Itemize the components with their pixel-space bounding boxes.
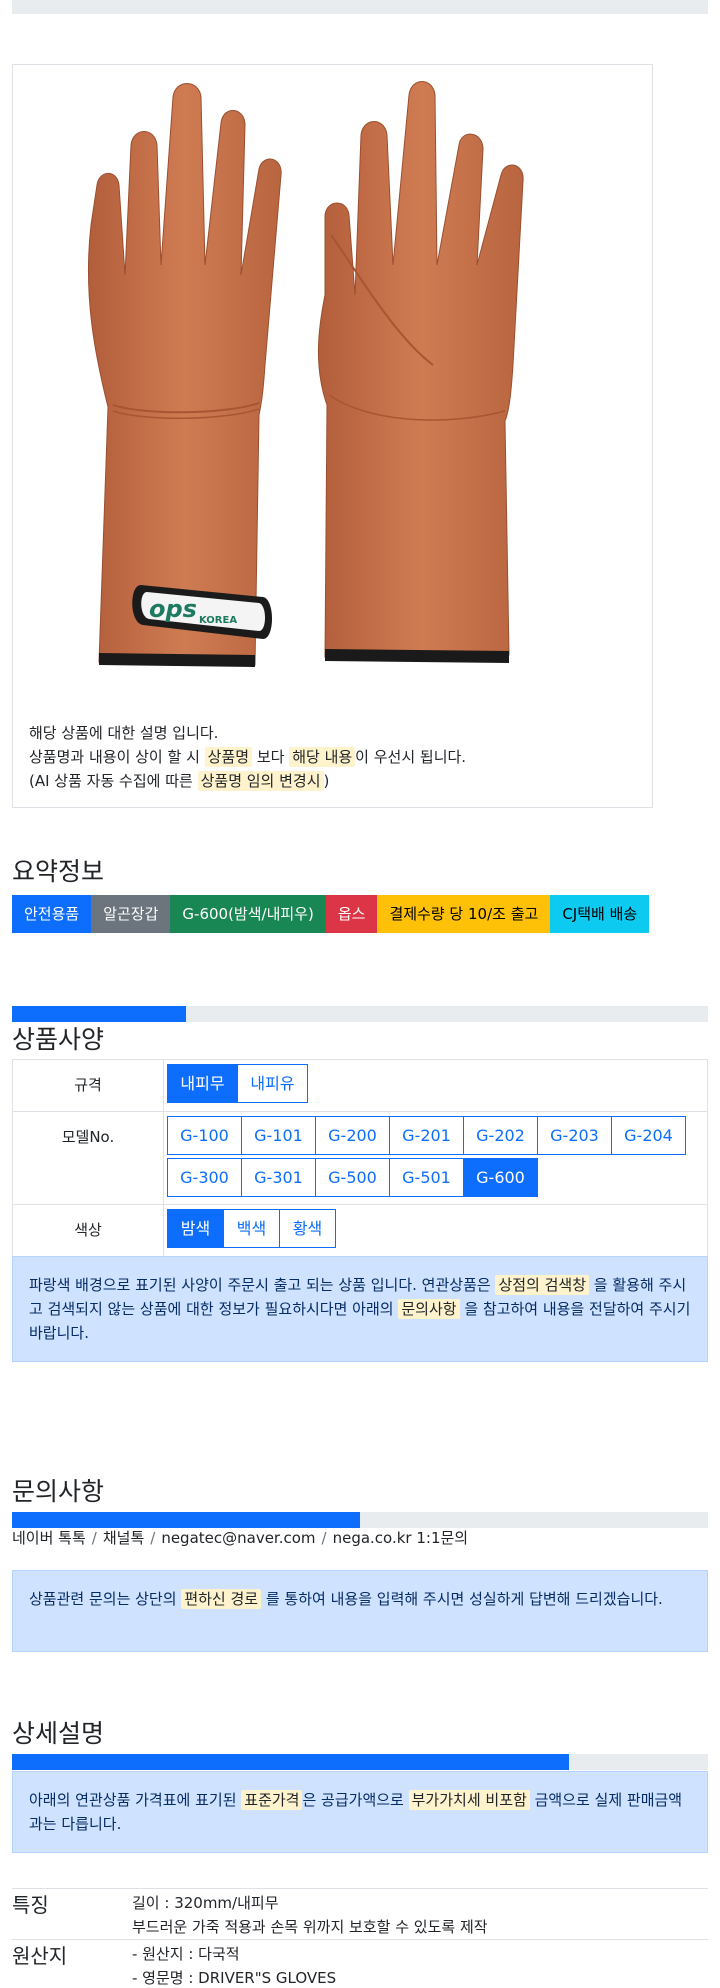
option-model-g301[interactable]: G-301 xyxy=(241,1158,316,1197)
contact-channel-talk[interactable]: 채널톡 xyxy=(103,1529,144,1547)
option-model-g200[interactable]: G-200 xyxy=(315,1116,390,1155)
highlight-inquiry: 문의사항 xyxy=(398,1299,460,1319)
summary-title: 요약정보 xyxy=(12,857,105,886)
option-model-g100[interactable]: G-100 xyxy=(167,1116,242,1155)
spec-options-color: 밤색 백색 황색 xyxy=(163,1204,708,1257)
spec-row-size: 규격 내피무 내피유 xyxy=(12,1059,708,1112)
detail-progress-bar xyxy=(12,1754,708,1770)
option-model-g101[interactable]: G-101 xyxy=(241,1116,316,1155)
spec-notice: 파랑색 배경으로 표기된 사양이 주문시 출고 되는 상품 입니다. 연관상품은… xyxy=(12,1256,708,1362)
highlight-product-name: 상품명 xyxy=(204,747,253,767)
origin-label: 원산지 xyxy=(12,1944,68,1968)
spec-options-model: G-100 G-101 G-200 G-201 G-202 G-203 G-20… xyxy=(163,1111,708,1205)
inquiry-progress-fill xyxy=(12,1512,360,1528)
spec-progress-bar xyxy=(12,1006,708,1022)
origin-row: 원산지 - 원산지 : 다국적 - 영문명 : DRIVER"S GLOVES xyxy=(12,1939,708,1988)
inquiry-progress-bar xyxy=(12,1512,708,1528)
contact-site-inquiry[interactable]: nega.co.kr 1:1문의 xyxy=(333,1529,469,1547)
spec-row-color: 색상 밤색 백색 황색 xyxy=(12,1204,708,1257)
left-glove: ops KOREA xyxy=(87,83,282,667)
option-size-no-lining[interactable]: 내피무 xyxy=(167,1064,238,1103)
features-label: 특징 xyxy=(12,1893,49,1917)
badge-brand: 옵스 xyxy=(325,895,378,933)
spec-label-model: 모델No. xyxy=(12,1111,164,1205)
spec-label-color: 색상 xyxy=(12,1204,164,1257)
option-model-g201[interactable]: G-201 xyxy=(389,1116,464,1155)
detail-notice: 아래의 연관상품 가격표에 표기된 표준가격 은 공급가액으로 부가가치세 비포함… xyxy=(12,1771,708,1853)
product-description: 해당 상품에 대한 설명 입니다. 상품명과 내용이 상이 할 시 상품명 보다… xyxy=(29,721,639,793)
spec-title: 상품사양 xyxy=(12,1025,105,1054)
badge-category: 안전용품 xyxy=(12,895,92,933)
detail-progress-fill xyxy=(12,1754,569,1770)
contact-email[interactable]: negatec@naver.com xyxy=(161,1529,315,1547)
inquiry-title: 문의사항 xyxy=(12,1477,105,1506)
detail-title: 상세설명 xyxy=(12,1719,105,1748)
spec-row-model: 모델No. G-100 G-101 G-200 G-201 G-202 G-20… xyxy=(12,1111,708,1205)
contact-breadcrumb: 네이버 톡톡 / 채널톡 / negatec@naver.com / nega.co.kr … xyxy=(12,1529,469,1547)
option-model-g300[interactable]: G-300 xyxy=(167,1158,242,1197)
svg-text:ops: ops xyxy=(149,595,197,623)
option-model-g204[interactable]: G-204 xyxy=(611,1116,686,1155)
badge-shipping: CJ택배 배송 xyxy=(550,895,650,933)
badge-subcategory: 알곤장갑 xyxy=(91,895,171,933)
detail-definition-list: 특징 길이 : 320mm/내피무 부드러운 가죽 적용과 손목 위까지 보호할… xyxy=(12,1888,708,1988)
option-color-yellow[interactable]: 황색 xyxy=(279,1209,336,1248)
highlight-name-change: 상품명 임의 변경시 xyxy=(197,771,324,791)
option-model-g500[interactable]: G-500 xyxy=(315,1158,390,1197)
badge-quantity: 결제수량 당 10/조 출고 xyxy=(377,895,551,933)
summary-badges: 안전용품 알곤장갑 G-600(밤색/내피우) 옵스 결제수량 당 10/조 출… xyxy=(12,895,650,933)
option-model-g600[interactable]: G-600 xyxy=(463,1158,538,1197)
highlight-route: 편하신 경로 xyxy=(181,1589,262,1609)
features-value: 길이 : 320mm/내피무 부드러운 가죽 적용과 손목 위까지 보호할 수 … xyxy=(132,1894,488,1936)
option-size-lining[interactable]: 내피유 xyxy=(237,1064,308,1103)
highlight-content: 해당 내용 xyxy=(289,747,356,767)
option-color-brown[interactable]: 밤색 xyxy=(167,1209,224,1248)
spec-table: 규격 내피무 내피유 모델No. G-100 G-101 G-200 G-201… xyxy=(12,1059,708,1257)
description-line-1: 해당 상품에 대한 설명 입니다. xyxy=(29,724,219,742)
top-progress-bar xyxy=(12,0,708,14)
option-model-g203[interactable]: G-203 xyxy=(537,1116,612,1155)
inquiry-notice: 상품관련 문의는 상단의 편하신 경로 를 통하여 내용을 입력해 주시면 성실… xyxy=(12,1570,708,1652)
features-row: 특징 길이 : 320mm/내피무 부드러운 가죽 적용과 손목 위까지 보호할… xyxy=(12,1888,708,1939)
highlight-vat-excluded: 부가가치세 비포함 xyxy=(408,1790,530,1810)
highlight-search-box: 상점의 검색창 xyxy=(495,1275,590,1295)
option-color-white[interactable]: 백색 xyxy=(223,1209,280,1248)
badge-model: G-600(밤색/내피우) xyxy=(170,895,326,933)
right-glove xyxy=(317,81,524,663)
product-image-card: ops KOREA 해당 상품에 대한 설명 입니다. 상품명과 내용이 상이 … xyxy=(12,64,653,808)
contact-naver-talk[interactable]: 네이버 톡톡 xyxy=(12,1529,86,1547)
spec-label-size: 규격 xyxy=(12,1059,164,1112)
highlight-standard-price: 표준가격 xyxy=(241,1790,303,1810)
option-model-g202[interactable]: G-202 xyxy=(463,1116,538,1155)
option-model-g501[interactable]: G-501 xyxy=(389,1158,464,1197)
svg-text:KOREA: KOREA xyxy=(199,615,237,626)
description-line-3: (AI 상품 자동 수집에 따른 상품명 임의 변경시) xyxy=(29,771,330,791)
product-image-gloves: ops KOREA xyxy=(87,81,524,667)
spec-options-size: 내피무 내피유 xyxy=(163,1059,708,1112)
origin-value: - 원산지 : 다국적 - 영문명 : DRIVER"S GLOVES xyxy=(132,1945,337,1987)
description-line-2: 상품명과 내용이 상이 할 시 상품명 보다 해당 내용 이 우선시 됩니다. xyxy=(29,747,467,767)
